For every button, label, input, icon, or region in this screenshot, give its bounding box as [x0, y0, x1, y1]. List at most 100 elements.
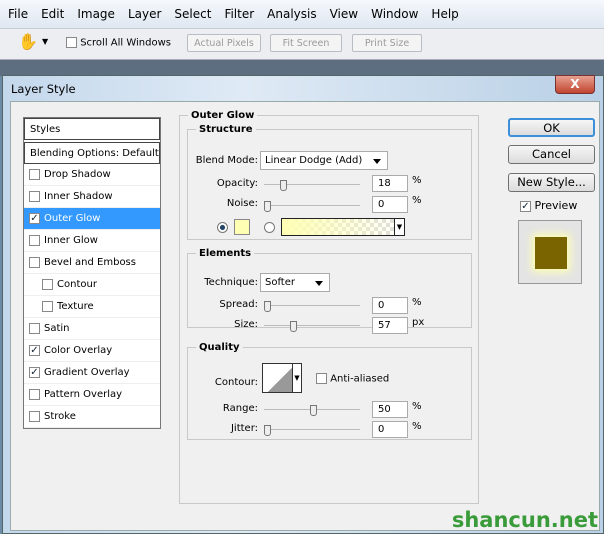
- style-item-label: Contour: [57, 279, 97, 290]
- menu-analysis[interactable]: Analysis: [267, 7, 316, 21]
- checkbox[interactable]: [29, 169, 40, 180]
- jitter-input[interactable]: 0: [372, 421, 408, 438]
- checkbox[interactable]: [29, 235, 40, 246]
- menu-file[interactable]: File: [8, 7, 28, 21]
- style-item-label: Stroke: [44, 411, 76, 422]
- style-item-inner-glow[interactable]: Inner Glow: [24, 230, 160, 252]
- style-item-label: Color Overlay: [44, 345, 113, 356]
- jitter-slider[interactable]: [264, 425, 360, 436]
- watermark-logo: shancun.net: [451, 508, 598, 532]
- checkbox[interactable]: [42, 279, 53, 290]
- contour-picker[interactable]: ▼: [262, 363, 302, 393]
- spread-slider[interactable]: [264, 301, 360, 312]
- px-label: px: [412, 317, 425, 328]
- menu-window[interactable]: Window: [371, 7, 418, 21]
- styles-header[interactable]: Styles: [24, 118, 160, 140]
- noise-slider[interactable]: [264, 201, 360, 212]
- style-item-pattern-overlay[interactable]: Pattern Overlay: [24, 384, 160, 406]
- print-size-button[interactable]: Print Size: [352, 34, 422, 52]
- preview-swatch: [535, 237, 567, 269]
- chevron-down-icon[interactable]: ▼: [42, 37, 48, 46]
- slider-thumb[interactable]: [264, 425, 271, 436]
- actual-pixels-button[interactable]: Actual Pixels: [187, 34, 261, 52]
- dialog-body: Styles Blending Options: Default Drop Sh…: [10, 101, 600, 531]
- menu-filter[interactable]: Filter: [224, 7, 254, 21]
- checkbox[interactable]: ✓: [29, 345, 40, 356]
- gradient-picker[interactable]: ▼: [281, 218, 405, 236]
- style-item-drop-shadow[interactable]: Drop Shadow: [24, 164, 160, 186]
- glow-color-swatch[interactable]: [234, 219, 250, 235]
- percent-label: %: [412, 401, 422, 412]
- hand-tool-icon[interactable]: ✋: [18, 32, 38, 51]
- scroll-all-windows-checkbox[interactable]: Scroll All Windows: [66, 37, 171, 49]
- new-style-button[interactable]: New Style...: [508, 173, 595, 192]
- menu-select[interactable]: Select: [174, 7, 211, 21]
- checkbox[interactable]: [29, 323, 40, 334]
- blend-mode-select[interactable]: Linear Dodge (Add): [260, 151, 388, 170]
- ok-button[interactable]: OK: [508, 118, 595, 137]
- menu-help[interactable]: Help: [431, 7, 458, 21]
- style-item-satin[interactable]: Satin: [24, 318, 160, 340]
- quality-title: Quality: [199, 342, 240, 353]
- slider-thumb[interactable]: [264, 301, 271, 312]
- gradient-radio[interactable]: [264, 222, 275, 233]
- checkbox[interactable]: [29, 411, 40, 422]
- style-item-color-overlay[interactable]: ✓ Color Overlay: [24, 340, 160, 362]
- size-slider[interactable]: [264, 321, 360, 332]
- size-input[interactable]: 57: [372, 317, 408, 334]
- slider-thumb[interactable]: [264, 201, 271, 212]
- spread-input[interactable]: 0: [372, 297, 408, 314]
- style-item-label: Texture: [57, 301, 94, 312]
- noise-input[interactable]: 0: [372, 196, 408, 213]
- opacity-label: Opacity:: [216, 178, 258, 189]
- checkbox[interactable]: [42, 301, 53, 312]
- size-label: Size:: [234, 319, 258, 330]
- range-slider[interactable]: [264, 405, 360, 416]
- checkbox[interactable]: [29, 257, 40, 268]
- style-item-outer-glow[interactable]: ✓ Outer Glow: [24, 208, 160, 230]
- close-button[interactable]: X: [555, 75, 595, 94]
- solid-color-radio[interactable]: [217, 222, 228, 233]
- percent-label: %: [412, 421, 422, 432]
- menu-image[interactable]: Image: [77, 7, 115, 21]
- style-item-label: Pattern Overlay: [44, 389, 123, 400]
- range-input[interactable]: 50: [372, 401, 408, 418]
- checkbox[interactable]: ✓: [29, 213, 40, 224]
- style-item-texture[interactable]: Texture: [24, 296, 160, 318]
- range-label: Range:: [222, 403, 258, 414]
- blending-options[interactable]: Blending Options: Default: [24, 142, 160, 164]
- style-item-bevel-and-emboss[interactable]: Bevel and Emboss: [24, 252, 160, 274]
- menu-view[interactable]: View: [330, 7, 358, 21]
- menu-edit[interactable]: Edit: [41, 7, 64, 21]
- opacity-slider[interactable]: [264, 180, 360, 191]
- style-item-label: Outer Glow: [44, 213, 101, 224]
- layer-style-dialog: Layer Style X Styles Blending Options: D…: [2, 75, 604, 534]
- menu-layer[interactable]: Layer: [128, 7, 161, 21]
- noise-label: Noise:: [226, 198, 258, 209]
- style-item-inner-shadow[interactable]: Inner Shadow: [24, 186, 160, 208]
- percent-label: %: [412, 195, 422, 206]
- style-item-contour[interactable]: Contour: [24, 274, 160, 296]
- slider-thumb[interactable]: [290, 321, 297, 332]
- style-item-label: Inner Shadow: [44, 191, 113, 202]
- style-item-stroke[interactable]: Stroke: [24, 406, 160, 428]
- cancel-button[interactable]: Cancel: [508, 145, 595, 164]
- slider-thumb[interactable]: [310, 405, 317, 416]
- style-preview: [518, 220, 582, 284]
- fit-screen-button[interactable]: Fit Screen: [270, 34, 342, 52]
- style-item-gradient-overlay[interactable]: ✓ Gradient Overlay: [24, 362, 160, 384]
- structure-title: Structure: [199, 124, 253, 135]
- checkbox[interactable]: ✓: [29, 367, 40, 378]
- preview-checkbox[interactable]: ✓ Preview: [520, 199, 577, 212]
- style-item-label: Satin: [44, 323, 70, 334]
- anti-aliased-checkbox[interactable]: Anti-aliased: [316, 373, 389, 385]
- elements-title: Elements: [199, 248, 252, 259]
- checkbox[interactable]: [29, 389, 40, 400]
- technique-select[interactable]: Softer: [260, 273, 330, 292]
- jitter-label: Jitter:: [230, 423, 258, 434]
- slider-thumb[interactable]: [280, 180, 287, 191]
- checkbox[interactable]: [29, 191, 40, 202]
- structure-group: Structure Blend Mode: Linear Dodge (Add)…: [187, 124, 472, 240]
- document-window-strip: [0, 60, 604, 76]
- opacity-input[interactable]: 18: [372, 175, 408, 192]
